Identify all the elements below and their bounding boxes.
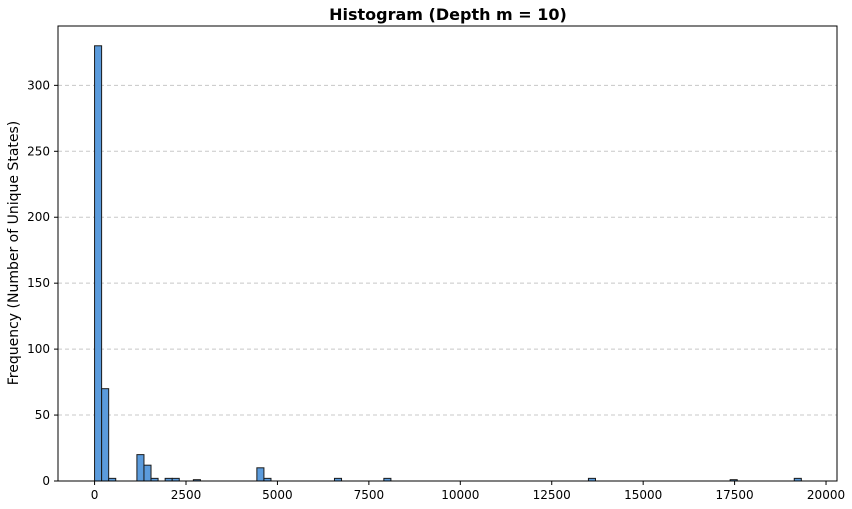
histogram-bar — [256, 467, 265, 482]
x-tick-label: 10000 — [441, 488, 479, 502]
y-tick-label: 100 — [27, 342, 50, 356]
x-tick-label: 2500 — [171, 488, 202, 502]
chart-svg: 0 50 100 150 200 250 300 0 2500 5000 7500 10000 1250… — [6, 5, 845, 502]
histogram-bar — [94, 45, 103, 482]
x-tick-label: 7500 — [354, 488, 385, 502]
y-tick-label: 150 — [27, 276, 50, 290]
y-tick-label: 0 — [42, 474, 50, 488]
y-axis-label: Frequency (Number of Unique States) — [6, 121, 22, 386]
x-tick-label: 12500 — [533, 488, 571, 502]
plot-frame — [57, 25, 838, 482]
axis-ticks: 0 50 100 150 200 250 300 0 2500 5000 7500 10000 1250… — [27, 78, 845, 502]
histogram-bar — [143, 464, 152, 482]
x-tick-label: 17500 — [716, 488, 754, 502]
chart-title: Histogram (Depth m = 10) — [329, 5, 567, 24]
x-tick-label: 5000 — [262, 488, 293, 502]
histogram-chart: 0 50 100 150 200 250 300 0 2500 5000 7500 10000 1250… — [0, 0, 852, 505]
x-tick-label: 0 — [91, 488, 99, 502]
histogram-bar — [101, 388, 110, 482]
y-tick-label: 250 — [27, 144, 50, 158]
y-tick-label: 300 — [27, 78, 50, 92]
x-tick-label: 20000 — [807, 488, 845, 502]
histogram-bar — [136, 454, 145, 482]
grid-lines — [58, 84, 837, 416]
y-tick-label: 200 — [27, 210, 50, 224]
histogram-bars — [94, 45, 802, 482]
x-tick-label: 15000 — [624, 488, 662, 502]
y-tick-label: 50 — [35, 408, 50, 422]
